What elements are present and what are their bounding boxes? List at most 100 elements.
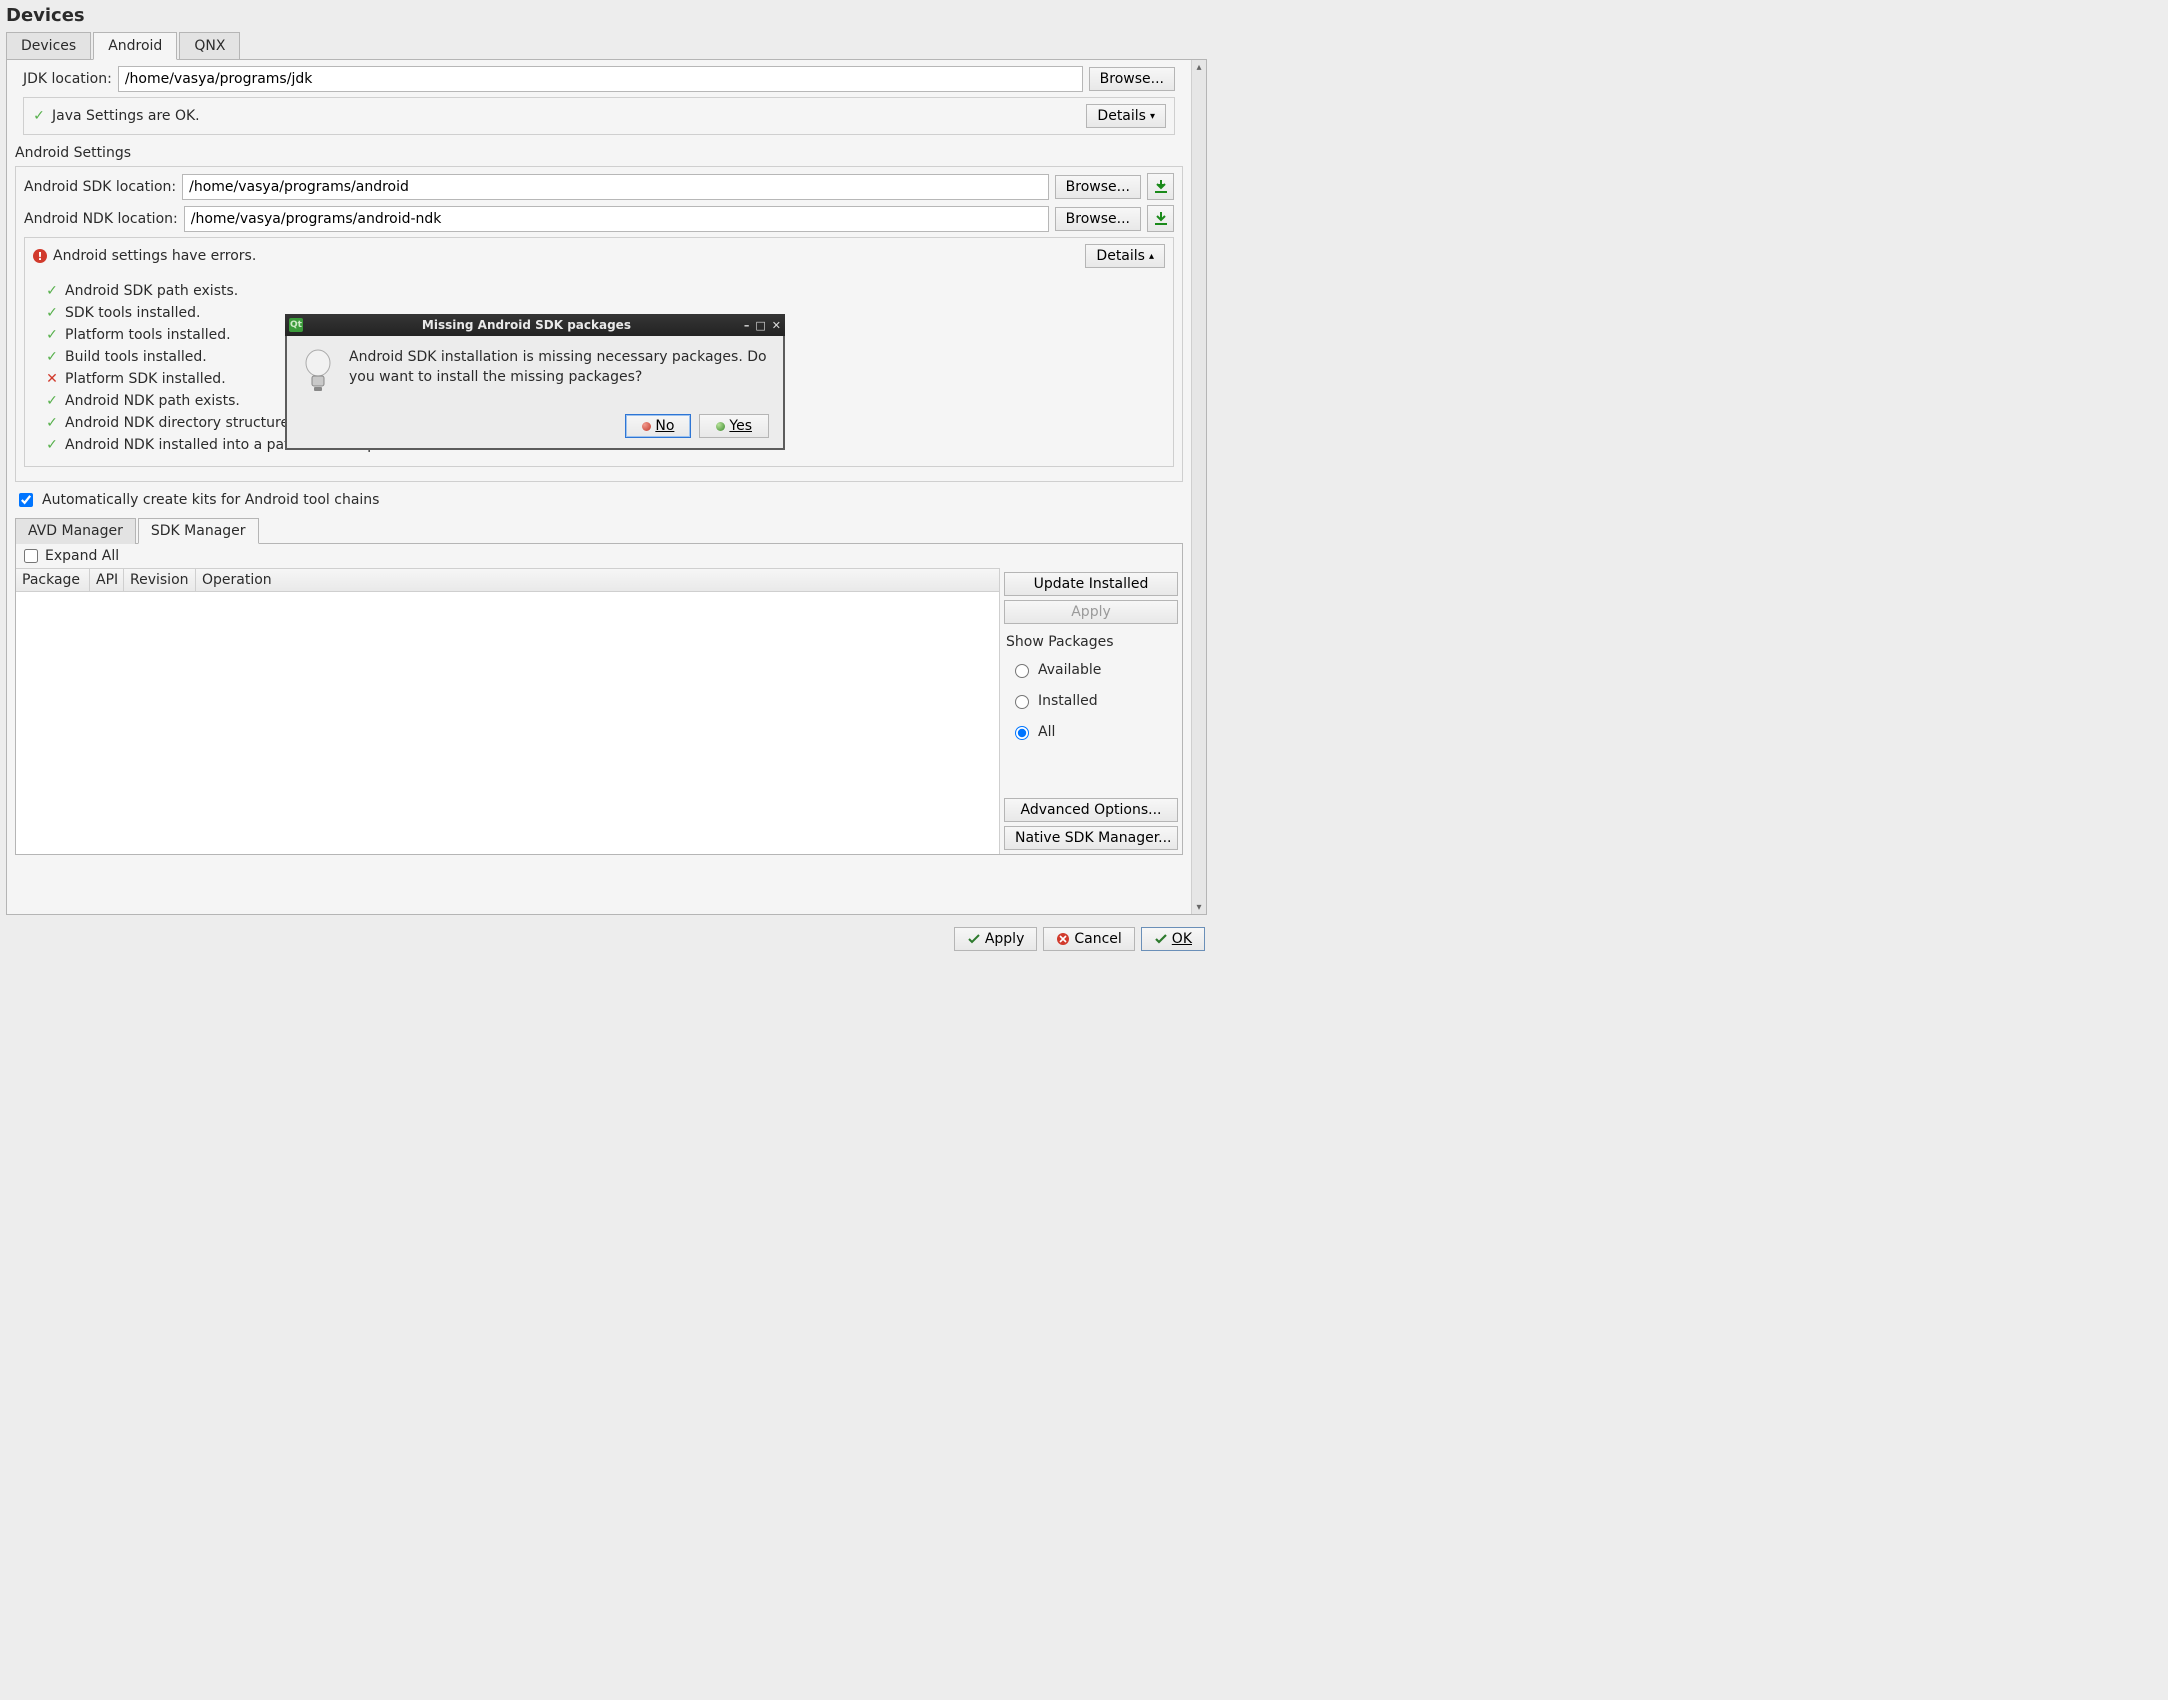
dialog-footer: Apply Cancel OK	[954, 927, 1205, 951]
apply-packages-button[interactable]: Apply	[1004, 600, 1178, 624]
missing-sdk-dialog: Qt Missing Android SDK packages – □ ✕ An…	[285, 314, 785, 450]
radio-installed[interactable]	[1015, 695, 1029, 709]
chevron-down-icon: ▾	[1150, 111, 1155, 122]
scroll-down-icon[interactable]: ▾	[1192, 900, 1206, 914]
check-text: SDK tools installed.	[65, 305, 200, 321]
radio-all[interactable]	[1015, 726, 1029, 740]
close-icon	[1056, 932, 1070, 946]
col-revision[interactable]: Revision	[124, 569, 196, 591]
tab-qnx[interactable]: QNX	[179, 32, 240, 60]
package-table-header: Package API Revision Operation	[16, 568, 1000, 592]
advanced-options-button[interactable]: Advanced Options...	[1004, 798, 1178, 822]
jdk-browse-button[interactable]: Browse...	[1089, 67, 1175, 91]
check-text: Android NDK path exists.	[65, 393, 240, 409]
chevron-up-icon: ▴	[1149, 251, 1154, 262]
android-settings-label: Android Settings	[15, 145, 1183, 161]
check-text: Build tools installed.	[65, 349, 207, 365]
show-packages-label: Show Packages	[1006, 634, 1176, 650]
sdk-location-input[interactable]	[182, 174, 1049, 200]
cancel-button[interactable]: Cancel	[1043, 927, 1134, 951]
dialog-titlebar[interactable]: Qt Missing Android SDK packages – □ ✕	[285, 314, 785, 336]
expand-all-checkbox[interactable]	[24, 549, 38, 563]
download-icon	[1153, 179, 1169, 195]
radio-label: Installed	[1038, 693, 1098, 709]
dialog-yes-button[interactable]: Yes	[699, 414, 769, 438]
check-text: Platform SDK installed.	[65, 371, 226, 387]
col-package[interactable]: Package	[16, 569, 90, 591]
check-icon	[967, 932, 981, 946]
dialog-message: Android SDK installation is missing nece…	[349, 348, 769, 400]
check-icon	[1154, 932, 1168, 946]
apply-button[interactable]: Apply	[954, 927, 1038, 951]
check-text: Android SDK path exists.	[65, 283, 238, 299]
lightbulb-icon	[301, 348, 335, 400]
col-api[interactable]: API	[90, 569, 124, 591]
ndk-label: Android NDK location:	[24, 211, 178, 227]
app-icon: Qt	[289, 318, 303, 332]
check-icon: ✓	[45, 437, 59, 453]
auto-kits-label: Automatically create kits for Android to…	[42, 492, 379, 508]
ndk-row: Android NDK location: Browse...	[24, 205, 1174, 232]
radio-all-row[interactable]: All	[1004, 718, 1178, 745]
ok-button[interactable]: OK	[1141, 927, 1205, 951]
error-icon: !	[33, 249, 47, 263]
sdk-download-button[interactable]	[1147, 173, 1174, 200]
expand-all-label: Expand All	[45, 548, 119, 564]
main-scrollbar[interactable]: ▴ ▾	[1191, 60, 1206, 914]
jdk-row: JDK location: Browse...	[15, 66, 1183, 92]
red-dot-icon	[642, 422, 651, 431]
sdk-browse-button[interactable]: Browse...	[1055, 175, 1141, 199]
native-sdk-manager-button[interactable]: Native SDK Manager...	[1004, 826, 1178, 850]
ndk-browse-button[interactable]: Browse...	[1055, 207, 1141, 231]
ndk-location-input[interactable]	[184, 206, 1049, 232]
expand-all-row: Expand All	[16, 544, 1182, 568]
scroll-up-icon[interactable]: ▴	[1192, 60, 1206, 74]
minimize-icon[interactable]: –	[744, 319, 750, 332]
android-error-text: Android settings have errors.	[53, 248, 1079, 264]
dialog-no-button[interactable]: No	[625, 414, 691, 438]
check-icon: ✓	[45, 305, 59, 321]
tab-avd-manager[interactable]: AVD Manager	[15, 518, 136, 544]
sdk-side-panel: Update Installed Apply Show Packages Ava…	[1000, 568, 1182, 854]
main-panel: ▴ ▾ JDK location: Browse... ✓ Java Setti…	[6, 59, 1207, 915]
tab-sdk-manager[interactable]: SDK Manager	[138, 518, 259, 544]
radio-installed-row[interactable]: Installed	[1004, 687, 1178, 714]
button-label: Apply	[985, 931, 1025, 947]
cross-icon: ✕	[45, 371, 59, 387]
radio-available-row[interactable]: Available	[1004, 656, 1178, 683]
main-tabbar: Devices Android QNX	[0, 32, 1213, 60]
col-operation[interactable]: Operation	[196, 569, 1000, 591]
sdk-label: Android SDK location:	[24, 179, 176, 195]
package-table-empty	[16, 592, 1000, 854]
auto-kits-row: Automatically create kits for Android to…	[15, 490, 1183, 510]
radio-label: All	[1038, 724, 1055, 740]
page-title: Devices	[6, 5, 1207, 26]
auto-kits-checkbox[interactable]	[19, 493, 33, 507]
jdk-location-input[interactable]	[118, 66, 1083, 92]
sdk-manager-panel: Expand All Package API Revision Operatio…	[15, 543, 1183, 855]
button-label: Yes	[729, 418, 752, 434]
button-label: No	[655, 418, 674, 434]
sdk-row: Android SDK location: Browse...	[24, 173, 1174, 200]
tab-android[interactable]: Android	[93, 32, 177, 60]
update-installed-button[interactable]: Update Installed	[1004, 572, 1178, 596]
radio-label: Available	[1038, 662, 1101, 678]
radio-available[interactable]	[1015, 664, 1029, 678]
tab-devices[interactable]: Devices	[6, 32, 91, 60]
button-label: Details	[1096, 248, 1145, 264]
close-icon[interactable]: ✕	[772, 319, 781, 332]
ndk-download-button[interactable]	[1147, 205, 1174, 232]
jdk-details-button[interactable]: Details ▾	[1086, 104, 1166, 128]
dialog-title: Missing Android SDK packages	[309, 318, 744, 332]
button-label: Cancel	[1074, 931, 1121, 947]
check-icon: ✓	[45, 393, 59, 409]
jdk-status-box: ✓ Java Settings are OK. Details ▾	[23, 97, 1175, 135]
green-dot-icon	[716, 422, 725, 431]
check-item: ✓Android SDK path exists.	[45, 280, 1165, 302]
button-label: Details	[1097, 108, 1146, 124]
jdk-label: JDK location:	[23, 71, 112, 87]
android-details-button[interactable]: Details ▴	[1085, 244, 1165, 268]
check-icon: ✓	[45, 327, 59, 343]
manager-tabbar: AVD Manager SDK Manager	[15, 518, 1183, 544]
maximize-icon[interactable]: □	[755, 319, 765, 332]
